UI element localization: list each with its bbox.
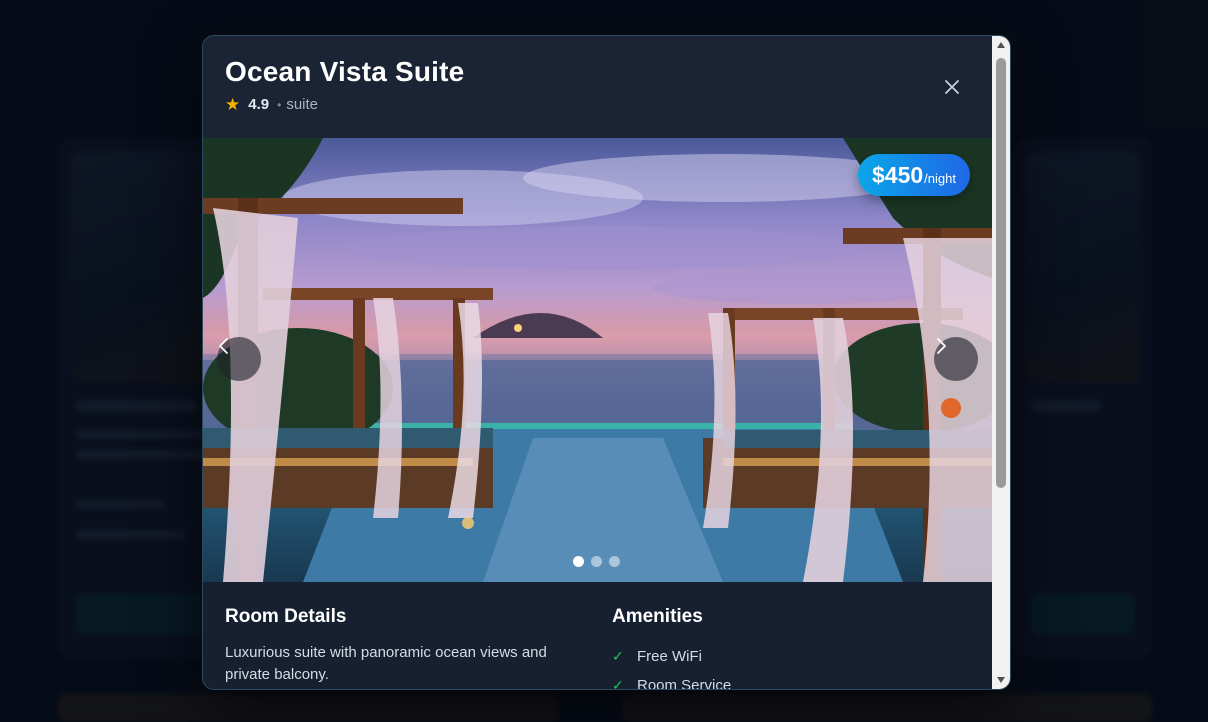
separator-dot: • xyxy=(277,97,282,112)
modal-scroll-content: Ocean Vista Suite ★ 4.9 • suite $450 /ni… xyxy=(203,36,992,689)
price-badge: $450 /night xyxy=(858,154,970,196)
carousel-dot[interactable] xyxy=(591,556,602,567)
previous-image-button[interactable] xyxy=(217,337,261,381)
room-photo xyxy=(203,138,992,582)
close-icon xyxy=(945,80,959,94)
modal-header: Ocean Vista Suite ★ 4.9 • suite xyxy=(203,36,992,139)
chevron-right-icon xyxy=(937,338,946,354)
carousel-dot[interactable] xyxy=(609,556,620,567)
price-amount: $450 xyxy=(872,162,924,188)
modal-body: Room Details Luxurious suite with panora… xyxy=(203,582,992,689)
rating-row: ★ 4.9 • suite xyxy=(225,96,318,113)
scroll-down-arrow-icon xyxy=(997,677,1005,683)
amenity-label: Free WiFi xyxy=(637,648,702,665)
check-icon: ✓ xyxy=(612,648,624,664)
amenities-heading: Amenities xyxy=(612,606,703,627)
scroll-down-button[interactable] xyxy=(992,671,1010,689)
amenity-label: Room Service xyxy=(637,677,732,689)
scroll-up-arrow-icon xyxy=(997,42,1005,48)
star-icon: ★ xyxy=(225,95,241,114)
carousel-dot[interactable] xyxy=(573,556,584,567)
close-button[interactable] xyxy=(941,76,963,98)
carousel-indicators xyxy=(573,556,620,567)
price-unit: /night xyxy=(924,171,956,186)
amenities-list: ✓ Free WiFi ✓ Room Service xyxy=(612,642,731,689)
check-icon: ✓ xyxy=(612,677,624,689)
room-details-heading: Room Details xyxy=(225,606,347,627)
next-image-button[interactable] xyxy=(934,337,978,381)
room-type: suite xyxy=(286,96,318,113)
room-title: Ocean Vista Suite xyxy=(225,56,465,87)
room-detail-modal: Ocean Vista Suite ★ 4.9 • suite $450 /ni… xyxy=(202,35,1011,690)
scroll-up-button[interactable] xyxy=(992,36,1010,54)
rating-value: 4.9 xyxy=(248,96,270,113)
room-description: Luxurious suite with panoramic ocean vie… xyxy=(225,644,547,683)
scrollbar-thumb[interactable] xyxy=(996,58,1006,488)
amenity-item: ✓ Room Service xyxy=(612,671,731,689)
amenity-item: ✓ Free WiFi xyxy=(612,642,731,671)
chevron-left-icon xyxy=(219,338,228,354)
modal-scrollbar[interactable] xyxy=(992,36,1010,689)
room-image-carousel: $450 /night xyxy=(203,138,992,582)
